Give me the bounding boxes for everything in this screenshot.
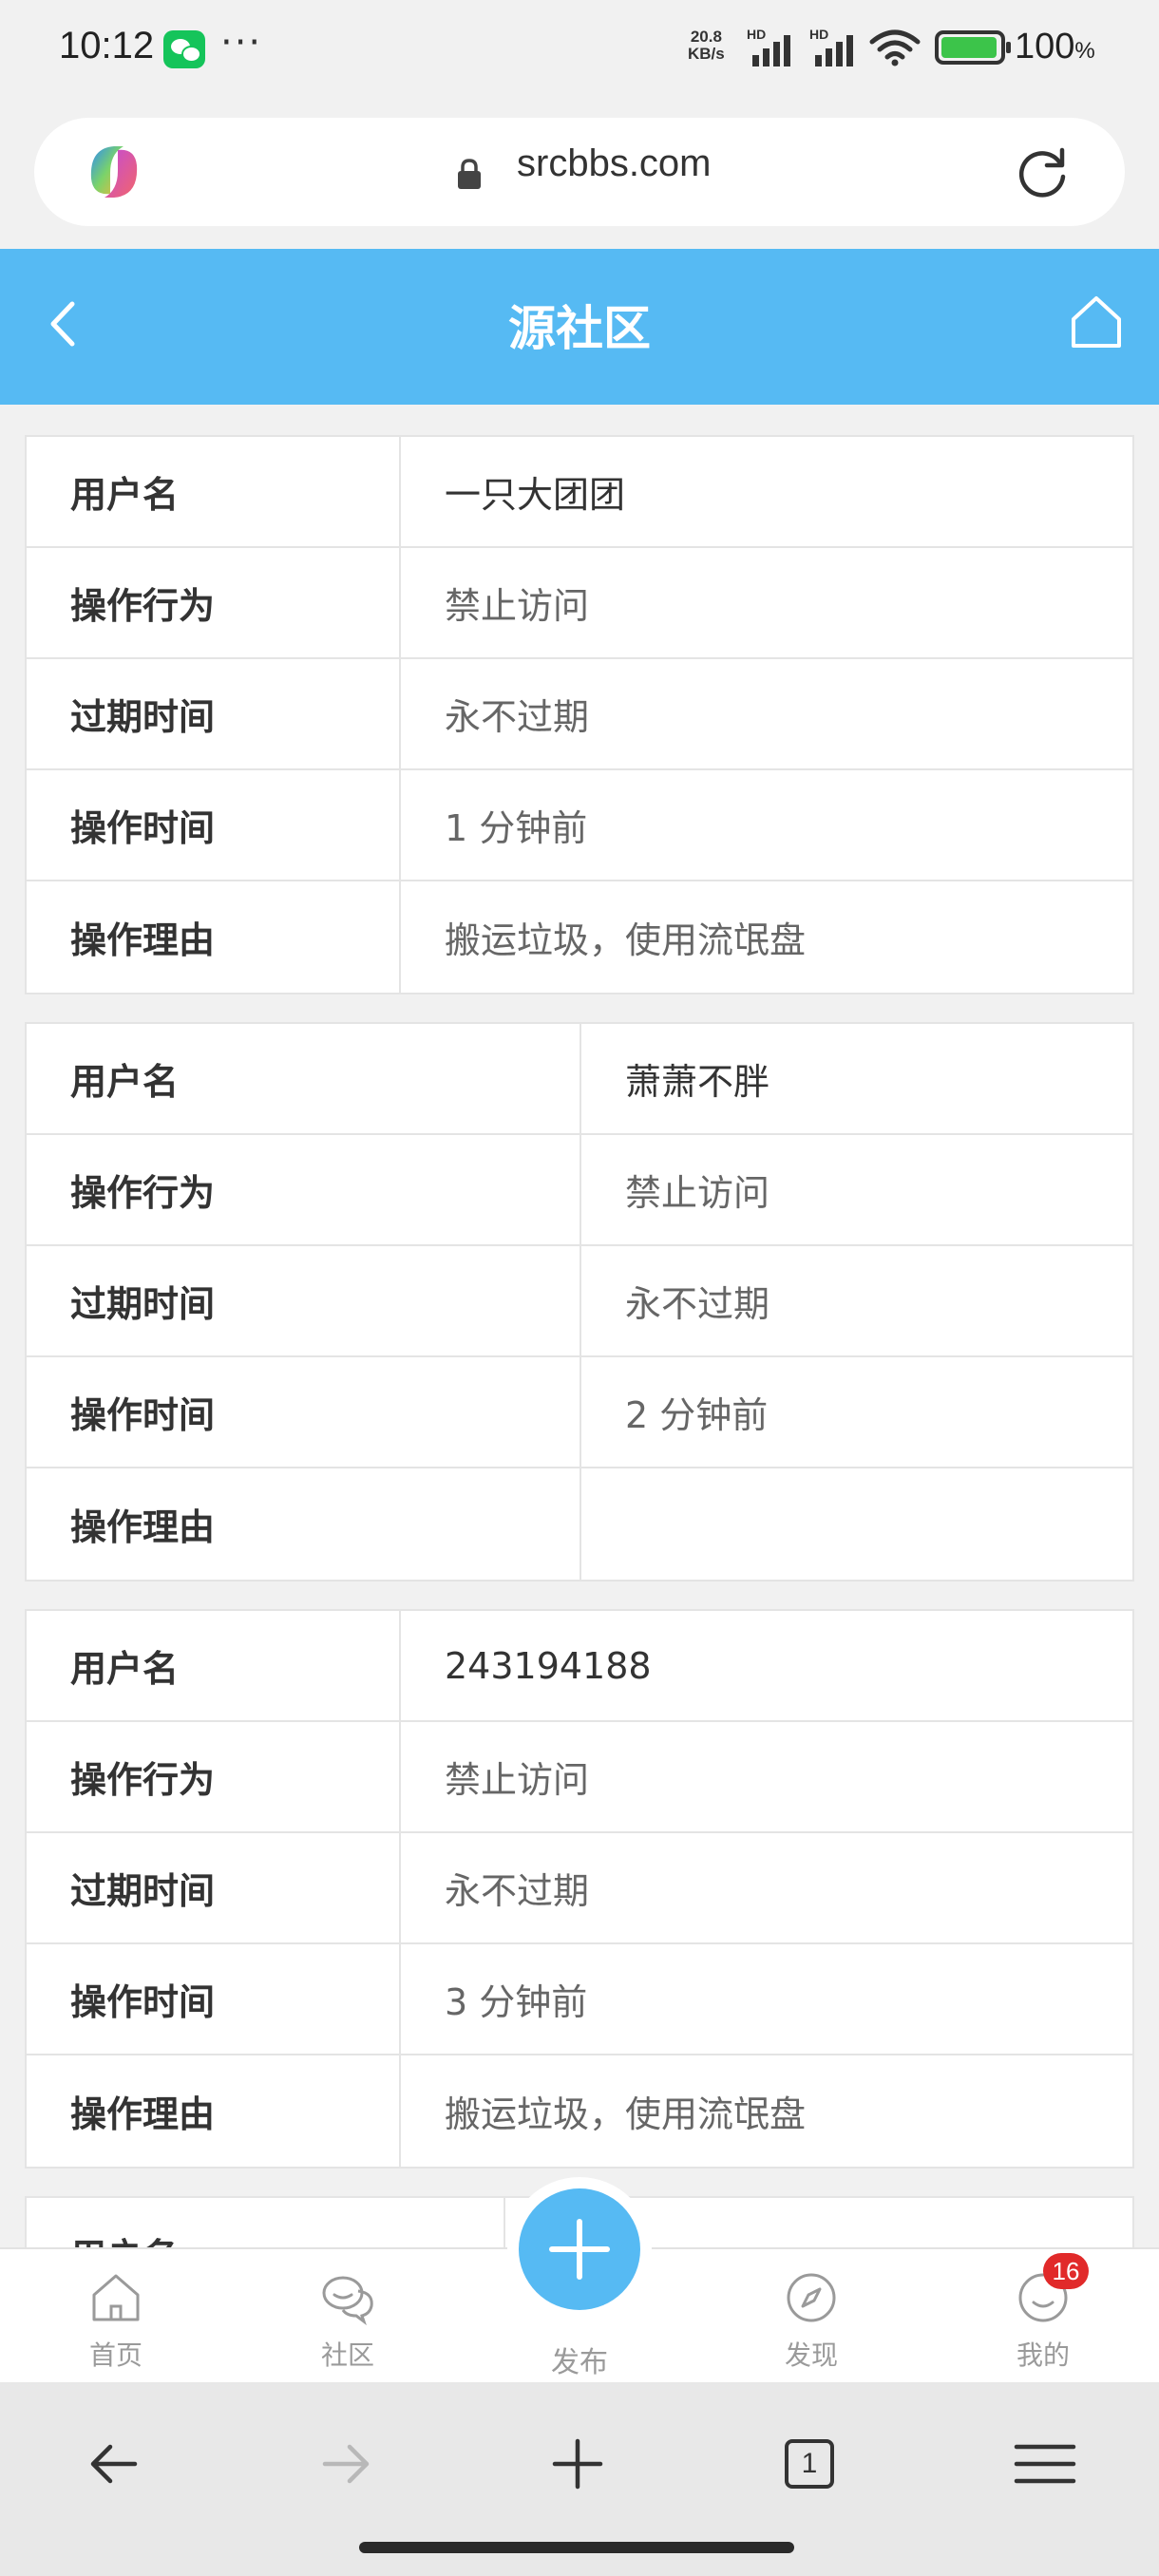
nav-community[interactable]: 社区 <box>281 2268 414 2373</box>
field-value: 永不过期 <box>625 1283 770 1325</box>
field-label: 用户名 <box>27 1024 581 1133</box>
field-label: 操作理由 <box>27 1468 581 1580</box>
new-tab-icon[interactable] <box>540 2426 616 2502</box>
network-speed-value: 20.8 <box>690 28 722 46</box>
field-value: 3 分钟前 <box>445 1981 588 2023</box>
publish-button[interactable] <box>519 2188 640 2310</box>
battery-charging-icon <box>935 30 1011 65</box>
field-label: 操作理由 <box>27 881 401 993</box>
field-value: 禁止访问 <box>625 1172 770 1214</box>
field-label: 过期时间 <box>27 1833 401 1942</box>
field-value: 243194188 <box>445 1644 652 1687</box>
status-bar: 10:12 ··· 20.8 KB/s HD HD 100% <box>0 0 1159 99</box>
signal-icon <box>752 30 806 66</box>
table-row: 操作时间 2 分钟前 <box>27 1357 1132 1468</box>
tab-count: 1 <box>785 2439 834 2489</box>
table-row: 用户名 萧萧不胖 <box>27 1024 1132 1135</box>
nav-home[interactable]: 首页 <box>49 2268 182 2373</box>
url-text[interactable]: srcbbs.com <box>517 142 712 185</box>
table-row: 过期时间 永不过期 <box>27 1246 1132 1357</box>
chat-icon <box>322 2276 373 2326</box>
wifi-icon <box>869 29 921 66</box>
table-row: 用户名 一只大团团 <box>27 437 1132 548</box>
field-value: 禁止访问 <box>445 1759 590 1801</box>
field-label: 用户名 <box>27 2198 505 2247</box>
tabs-icon[interactable]: 1 <box>771 2426 847 2502</box>
home-icon <box>92 2274 140 2321</box>
wechat-icon <box>163 30 205 68</box>
field-label: 过期时间 <box>27 659 401 768</box>
table-row: 操作理由 <box>27 1468 1132 1580</box>
nav-discover-label: 发现 <box>784 2339 838 2371</box>
table-row: 操作行为 禁止访问 <box>27 1722 1132 1833</box>
field-label: 过期时间 <box>27 1246 581 1355</box>
nav-mine-label: 我的 <box>1016 2339 1070 2371</box>
field-value: 搬运垃圾，使用流氓盘 <box>445 2093 807 2135</box>
home-icon[interactable] <box>1068 293 1125 351</box>
more-dots-icon: ··· <box>220 21 263 65</box>
table-row: 过期时间 永不过期 <box>27 659 1132 770</box>
table-row: 操作行为 禁止访问 <box>27 1135 1132 1246</box>
network-speed-unit: KB/s <box>688 45 725 63</box>
signal-icon <box>815 30 868 66</box>
reload-icon[interactable] <box>1013 142 1072 201</box>
table-row: 用户名 243194188 <box>27 1611 1132 1722</box>
ban-record-card: 用户名 萧萧不胖 操作行为 禁止访问 过期时间 永不过期 操作时间 2 分钟前 操作理由 <box>25 1022 1134 1582</box>
address-bar[interactable]: srcbbs.com <box>34 118 1125 226</box>
table-row: 操作时间 1 分钟前 <box>27 770 1132 881</box>
field-label: 操作时间 <box>27 770 401 880</box>
field-label: 用户名 <box>27 437 401 546</box>
field-label: 操作行为 <box>27 1722 401 1831</box>
field-label: 操作行为 <box>27 1135 581 1244</box>
nav-discover[interactable]: 发现 <box>745 2268 878 2373</box>
field-value: 萧萧不胖 <box>625 1061 770 1103</box>
field-label: 用户名 <box>27 1611 401 1720</box>
compass-icon <box>787 2273 836 2322</box>
field-value: 永不过期 <box>445 1870 590 1912</box>
field-label: 操作行为 <box>27 548 401 657</box>
home-indicator[interactable] <box>359 2542 794 2553</box>
forward-arrow-icon[interactable] <box>308 2426 384 2502</box>
page-title: 源社区 <box>508 301 651 356</box>
app-header: 源社区 <box>0 249 1159 405</box>
table-row: 操作理由 搬运垃圾，使用流氓盘 <box>27 881 1132 993</box>
nav-mine[interactable]: 我的 <box>977 2268 1110 2373</box>
status-time: 10:12 <box>59 25 155 66</box>
menu-icon[interactable] <box>1007 2426 1083 2502</box>
field-value: 搬运垃圾，使用流氓盘 <box>445 919 807 961</box>
ban-record-card: 用户名 一只大团团 操作行为 禁止访问 过期时间 永不过期 操作时间 1 分钟前 操作理… <box>25 435 1134 994</box>
table-row: 操作理由 搬运垃圾，使用流氓盘 <box>27 2055 1132 2167</box>
field-value <box>581 1468 1132 1580</box>
field-value: 2 分钟前 <box>625 1394 769 1436</box>
nav-community-label: 社区 <box>320 2339 374 2371</box>
table-row: 操作行为 禁止访问 <box>27 548 1132 659</box>
battery-percent: 100% <box>1015 27 1095 67</box>
ban-log-list[interactable]: 用户名 一只大团团 操作行为 禁止访问 过期时间 永不过期 操作时间 1 分钟前 操作理… <box>0 405 1159 2247</box>
back-arrow-icon[interactable] <box>76 2426 152 2502</box>
table-row: 过期时间 永不过期 <box>27 1833 1132 1944</box>
field-value: 一只大团团 <box>445 474 626 516</box>
nav-home-label: 首页 <box>88 2339 142 2371</box>
lock-icon <box>458 159 481 189</box>
publish-label: 发布 <box>551 2346 608 2379</box>
notification-badge: 16 <box>1043 2253 1089 2289</box>
table-row: 操作时间 3 分钟前 <box>27 1944 1132 2055</box>
battery-percent-value: 100 <box>1015 27 1075 66</box>
field-value: 禁止访问 <box>445 585 590 627</box>
copilot-logo[interactable] <box>82 141 146 203</box>
field-label: 操作时间 <box>27 1357 581 1467</box>
network-speed: 20.8 KB/s <box>688 28 725 63</box>
ban-record-card: 用户名 243194188 操作行为 禁止访问 过期时间 永不过期 操作时间 3 分钟前… <box>25 1609 1134 2169</box>
field-label: 操作理由 <box>27 2055 401 2167</box>
publish-button-wrap <box>507 2177 652 2321</box>
field-value: 1 分钟前 <box>445 807 588 849</box>
battery-percent-unit: % <box>1074 38 1095 64</box>
field-value: 永不过期 <box>445 696 590 738</box>
field-label: 操作时间 <box>27 1944 401 2054</box>
